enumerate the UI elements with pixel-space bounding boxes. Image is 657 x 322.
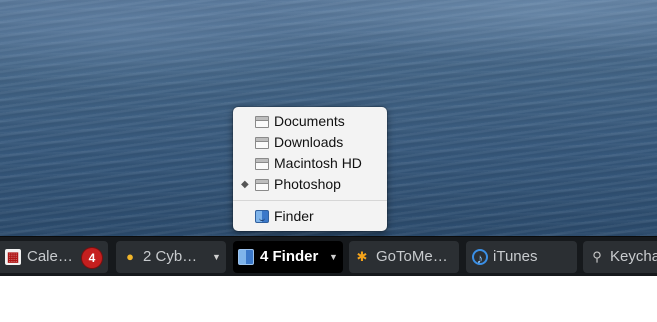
finder-icon: [238, 249, 254, 265]
menu-item-label: Downloads: [274, 134, 344, 150]
diamond-icon: ◆: [241, 179, 249, 190]
menu-item-label: Finder: [274, 208, 314, 224]
chevron-down-icon[interactable]: ▼: [329, 241, 338, 273]
notification-badge: 4: [82, 248, 102, 268]
task-finder[interactable]: 4 Finder ▼: [233, 241, 343, 273]
window-icon: [255, 116, 269, 128]
task-cyberduck[interactable]: ● 2 Cyb… ▼: [116, 241, 226, 273]
cyberduck-icon: ●: [126, 249, 134, 264]
chevron-down-icon[interactable]: ▼: [212, 241, 221, 273]
window-icon: [255, 137, 269, 149]
task-label: GoToMe…: [376, 248, 448, 265]
task-label: Cale…: [27, 248, 73, 265]
finder-window-menu: Documents Downloads Macintosh HD ◆ Photo…: [233, 107, 387, 231]
task-label: 2 Cyb…: [143, 248, 198, 265]
gotomeeting-icon: ✱: [356, 249, 368, 264]
calendar-icon: ▦: [5, 249, 21, 265]
task-itunes[interactable]: ♪ iTunes: [466, 241, 577, 273]
menu-separator: [233, 200, 387, 201]
menu-item-downloads[interactable]: Downloads: [233, 132, 387, 153]
window-icon: [255, 158, 269, 170]
menu-item-finder[interactable]: Finder: [233, 206, 387, 227]
menu-item-label: Photoshop: [274, 176, 341, 192]
task-calendar[interactable]: ▦ Cale… 4: [0, 241, 108, 273]
finder-icon: [255, 210, 269, 223]
menu-item-photoshop[interactable]: ◆ Photoshop: [233, 174, 387, 195]
taskbar: ▦ Cale… 4 ● 2 Cyb… ▼ 4 Finder ▼ ✱ GoToMe…: [0, 236, 657, 276]
task-keychain[interactable]: ⚲ Keycha: [583, 241, 657, 273]
menu-item-label: Documents: [274, 113, 345, 129]
keychain-icon: ⚲: [592, 249, 602, 264]
window-icon: [255, 179, 269, 191]
menu-item-documents[interactable]: Documents: [233, 111, 387, 132]
task-gotomeeting[interactable]: ✱ GoToMe…: [349, 241, 459, 273]
task-label: iTunes: [493, 248, 538, 265]
menu-item-label: Macintosh HD: [274, 155, 362, 171]
task-label: 4 Finder: [260, 248, 319, 265]
task-label: Keycha: [610, 248, 657, 265]
menu-item-macintosh-hd[interactable]: Macintosh HD: [233, 153, 387, 174]
itunes-icon: ♪: [472, 249, 488, 266]
